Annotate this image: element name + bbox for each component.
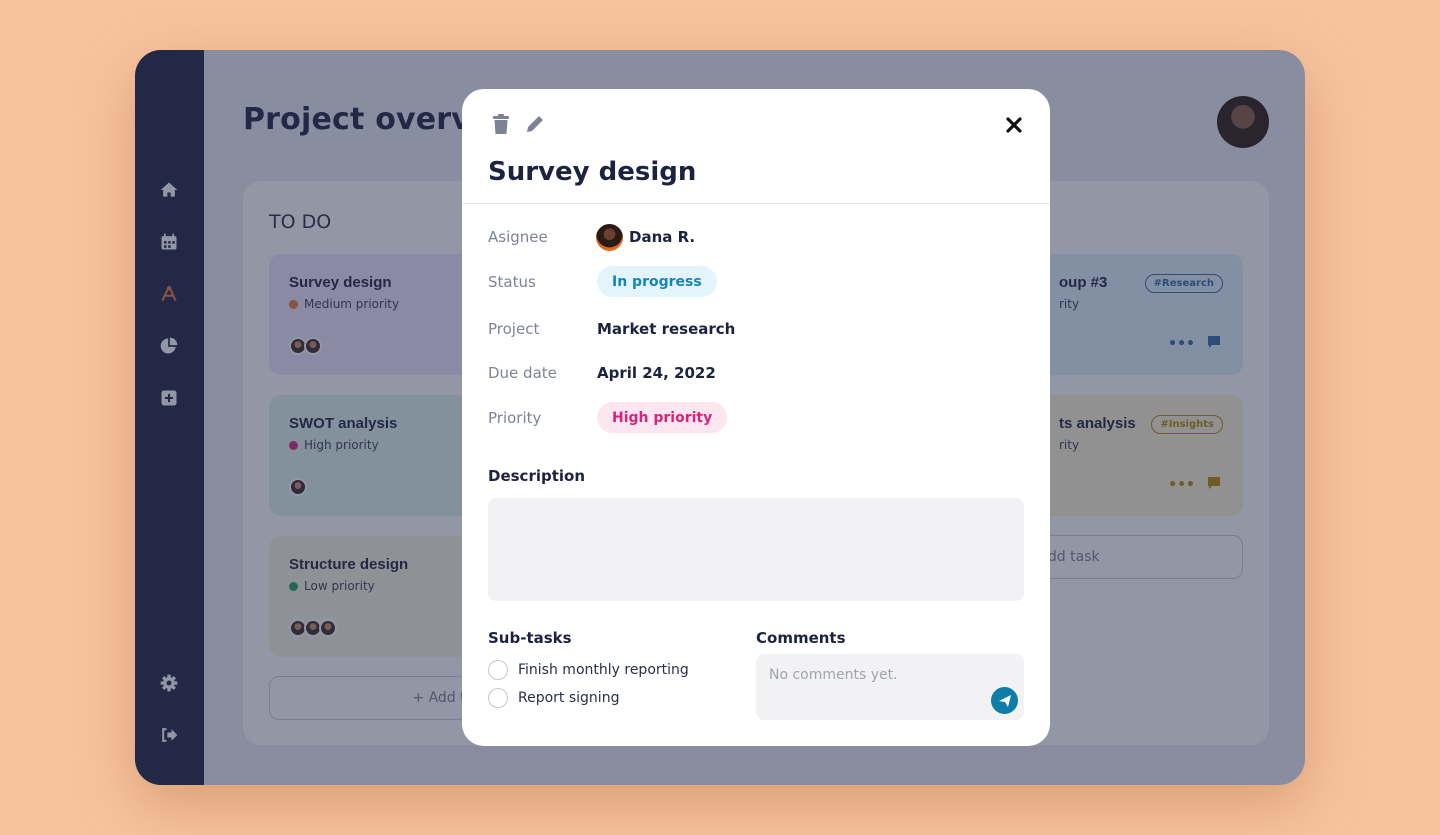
subtask-label: Finish monthly reporting: [518, 662, 689, 678]
modal-toolbar: [490, 113, 546, 135]
divider: [462, 203, 1050, 204]
priority-label: Priority: [488, 409, 542, 427]
project-label: Project: [488, 320, 540, 338]
status-label: Status: [488, 273, 536, 291]
assignee-avatar: [596, 224, 623, 251]
subtask-checkbox[interactable]: [488, 688, 508, 708]
description-textarea[interactable]: [488, 498, 1024, 601]
assignee-label: Asignee: [488, 228, 548, 246]
trash-icon[interactable]: [490, 113, 512, 135]
close-button[interactable]: [1002, 113, 1026, 137]
priority-badge[interactable]: High priority: [597, 402, 728, 433]
pencil-icon[interactable]: [524, 113, 546, 135]
assignee-value[interactable]: Dana R.: [629, 228, 695, 246]
project-value[interactable]: Market research: [597, 320, 735, 338]
comment-input[interactable]: No comments yet.: [756, 654, 1024, 720]
subtask-item[interactable]: Finish monthly reporting: [488, 660, 689, 680]
due-date-label: Due date: [488, 364, 557, 382]
comment-placeholder: No comments yet.: [769, 667, 898, 683]
modal-title: Survey design: [488, 157, 697, 187]
task-detail-modal: Survey design Asignee Dana R. Status In …: [462, 89, 1050, 746]
close-icon: [1006, 117, 1022, 133]
comments-label: Comments: [756, 629, 846, 647]
subtask-checkbox[interactable]: [488, 660, 508, 680]
send-icon: [998, 694, 1011, 707]
description-label: Description: [488, 467, 586, 485]
subtask-item[interactable]: Report signing: [488, 688, 619, 708]
send-button[interactable]: [991, 687, 1018, 714]
due-date-value[interactable]: April 24, 2022: [597, 364, 716, 382]
subtask-label: Report signing: [518, 690, 620, 706]
status-badge[interactable]: In progress: [597, 266, 717, 297]
subtasks-label: Sub-tasks: [488, 629, 572, 647]
